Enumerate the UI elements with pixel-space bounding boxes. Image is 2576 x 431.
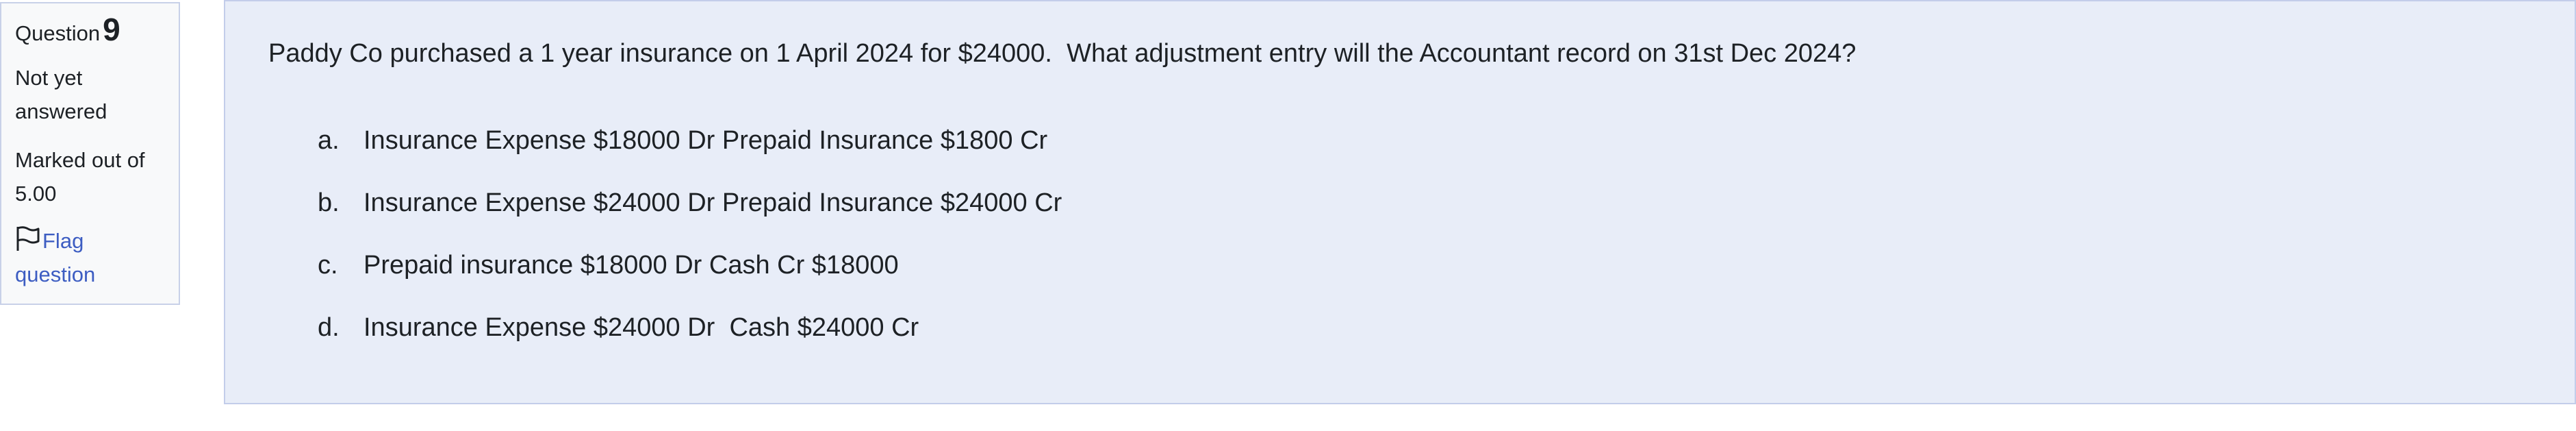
grade-line-1: Marked out of [15,148,145,172]
answer-option-c[interactable]: c. Prepaid insurance $18000 Dr Cash Cr $… [318,244,1062,286]
state-line-1: Not yet [15,66,83,90]
answer-option-b[interactable]: b. Insurance Expense $24000 Dr Prepaid I… [318,182,1062,224]
question-label: Question [15,21,101,45]
flag-label-line-2[interactable]: question [15,258,165,291]
flag-question-link[interactable]: Flag question [15,224,165,291]
answer-letter: b. [318,188,340,217]
answer-text[interactable]: Insurance Expense $24000 Dr Cash $24000 … [364,313,919,343]
question-content-panel: Paddy Co purchased a 1 year insurance on… [224,0,2576,404]
flag-label-line-1[interactable]: Flag [42,229,84,253]
answer-letter: c. [318,250,338,280]
question-text: Paddy Co purchased a 1 year insurance on… [268,39,1857,68]
answer-text[interactable]: Prepaid insurance $18000 Dr Cash Cr $180… [364,251,899,280]
question-number: 9 [103,12,120,47]
question-info-panel: Question9 Not yet answered Marked out of… [0,2,180,305]
question-number-heading: Question9 [15,13,165,50]
flag-icon[interactable] [15,225,41,252]
answer-text[interactable]: Insurance Expense $24000 Dr Prepaid Insu… [364,188,1062,218]
answer-option-a[interactable]: a. Insurance Expense $18000 Dr Prepaid I… [318,119,1062,162]
state-line-2: answered [15,99,107,123]
answer-letter: d. [318,312,340,342]
answer-text[interactable]: Insurance Expense $18000 Dr Prepaid Insu… [364,126,1047,156]
quiz-page: Question9 Not yet answered Marked out of… [0,0,2576,431]
answer-option-d[interactable]: d. Insurance Expense $24000 Dr Cash $240… [318,306,1062,349]
answer-letter: a. [318,125,340,155]
grade-line-2: 5.00 [15,182,57,206]
question-state: Not yet answered [15,61,165,128]
answer-list: a. Insurance Expense $18000 Dr Prepaid I… [318,119,1062,369]
question-grade: Marked out of 5.00 [15,143,165,210]
